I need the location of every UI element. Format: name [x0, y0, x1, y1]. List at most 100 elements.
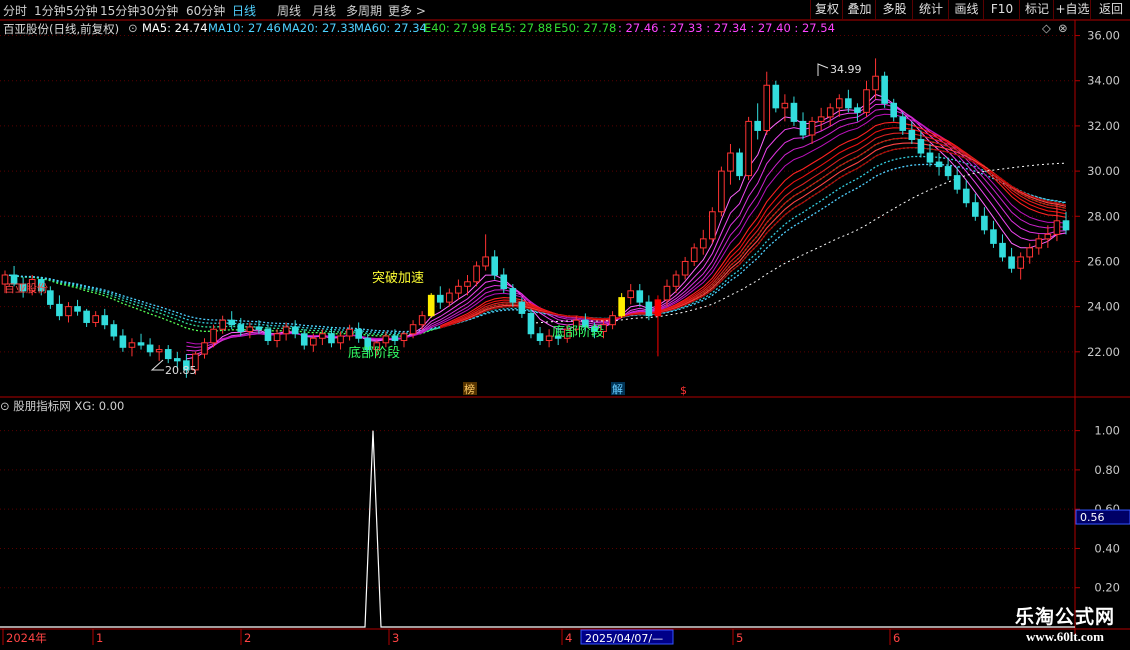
- kline-chart[interactable]: 22.00 24.00 26.00 28.00 30.00 32.00 34.00 36.00…: [0, 0, 1130, 650]
- candle-body-76: [690, 247, 698, 262]
- time-axis: 2024年 1 2 3 4 5 6 2025/04/07/—: [2, 629, 900, 645]
- candle-body-16: [146, 344, 154, 353]
- price-axis: 22.00 24.00 26.00 28.00 30.00 32.00 34.00 36.00: [1075, 29, 1120, 359]
- candle-body-34: [310, 337, 317, 346]
- annotation-stock-label: 百亚股份: [4, 282, 48, 295]
- candle-body-33: [300, 333, 308, 346]
- candle-body-25: [228, 319, 236, 326]
- candle-body-94: [854, 107, 861, 113]
- candle-body-113: [1026, 247, 1034, 258]
- candle-body-103: [935, 161, 943, 168]
- candle-body-110: [999, 242, 1006, 258]
- candle-body-79: [718, 170, 725, 213]
- candle-body-67: [609, 315, 616, 326]
- candle-body-5: [47, 290, 54, 305]
- annotation-bottom-1: 底部阶段: [348, 345, 400, 361]
- price-tick-4: 30.00: [1087, 164, 1120, 178]
- candlesticks: [1, 58, 1070, 378]
- candle-body-53: [482, 256, 489, 267]
- candle-body-11: [101, 315, 109, 326]
- ma-ribbons: [4, 93, 1067, 360]
- candle-body-19: [173, 358, 181, 362]
- candle-body-30: [273, 333, 281, 342]
- candle-body-117: [1062, 220, 1070, 231]
- indicator-value-tag-text: 0.56: [1080, 511, 1105, 524]
- candle-body-108: [981, 215, 988, 231]
- candle-body-78: [709, 211, 716, 240]
- candle-body-56: [509, 288, 517, 303]
- candle-body-115: [1044, 233, 1052, 240]
- candle-body-44: [400, 333, 408, 342]
- indicator-panel: [0, 430, 1075, 628]
- candle-body-32: [291, 326, 299, 335]
- ribbon-red-0: [440, 121, 1067, 327]
- ind-tick-label-1: 0.40: [1094, 541, 1120, 555]
- candle-body-96: [872, 75, 879, 91]
- candle-body-42: [382, 335, 390, 344]
- candle-body-109: [990, 229, 997, 244]
- candle-body-82: [745, 120, 752, 177]
- watermark-url: www.60lt.com: [1026, 629, 1104, 644]
- candle-body-7: [65, 306, 72, 317]
- candle-body-31: [282, 326, 290, 335]
- candle-body-54: [491, 256, 499, 276]
- candle-body-112: [1017, 256, 1024, 269]
- candle-body-86: [781, 102, 789, 109]
- candle-body-87: [790, 102, 798, 122]
- candle-body-10: [92, 315, 99, 323]
- time-label-6: 6: [893, 631, 900, 645]
- event-bang: 榜: [464, 382, 475, 396]
- annotation-bottom-2: 底部阶段: [552, 324, 604, 340]
- candle-body-36: [328, 333, 335, 344]
- price-tick-5: 32.00: [1087, 119, 1120, 133]
- indicator-menu-icon[interactable]: ⊙: [0, 399, 13, 413]
- ribbon-magenta-4: [186, 113, 1067, 345]
- price-tick-2: 26.00: [1087, 254, 1120, 268]
- candle-body-71: [645, 301, 653, 317]
- candle-body-104: [944, 166, 952, 177]
- candle-body-114: [1035, 238, 1043, 249]
- watermark-title: 乐淘公式网: [1014, 606, 1115, 628]
- candle-body-116: [1053, 220, 1061, 235]
- candle-body-99: [899, 116, 907, 131]
- candle-body-111: [1008, 256, 1015, 269]
- indicator-title-row[interactable]: ⊙ 股朋指标网 XG: 0.00: [0, 398, 124, 414]
- candle-body-43: [391, 335, 399, 342]
- candle-body-13: [119, 335, 127, 348]
- candle-body-70: [636, 290, 644, 303]
- candle-body-102: [926, 152, 934, 163]
- candle-body-49: [446, 292, 453, 303]
- candle-body-74: [672, 274, 680, 287]
- candle-body-38: [346, 328, 353, 337]
- candle-body-89: [808, 120, 816, 136]
- candle-body-68: [618, 297, 625, 317]
- candle-body-83: [754, 120, 761, 131]
- time-label-1: 1: [96, 631, 103, 645]
- candle-body-88: [799, 120, 807, 136]
- candle-body-8: [74, 306, 81, 312]
- candle-body-47: [427, 294, 435, 317]
- candle-body-97: [881, 75, 888, 104]
- candle-body-50: [455, 285, 462, 294]
- candle-body-72: [654, 299, 662, 317]
- candle-body-12: [110, 324, 118, 337]
- ribbon-magenta-3: [186, 108, 1067, 348]
- candle-body-93: [845, 98, 852, 109]
- price-tick-3: 28.00: [1087, 209, 1120, 223]
- candle-body-55: [500, 274, 508, 290]
- candle-body-77: [699, 238, 707, 249]
- candle-body-24: [219, 319, 226, 330]
- candle-body-106: [962, 188, 970, 204]
- candle-body-81: [736, 152, 743, 177]
- ind-tick-label-0: 0.20: [1094, 581, 1120, 595]
- candle-body-91: [826, 107, 834, 118]
- indicator-title: 股朋指标网 XG: 0.00: [13, 399, 125, 413]
- ind-tick-label-3: 0.80: [1094, 463, 1120, 477]
- candle-body-98: [890, 102, 898, 118]
- candle-body-17: [155, 349, 163, 353]
- high-marker: [817, 63, 829, 76]
- candle-body-73: [663, 285, 671, 301]
- candle-body-101: [917, 138, 925, 154]
- price-tick-1: 24.00: [1087, 300, 1120, 314]
- event-jie: 解: [612, 382, 623, 396]
